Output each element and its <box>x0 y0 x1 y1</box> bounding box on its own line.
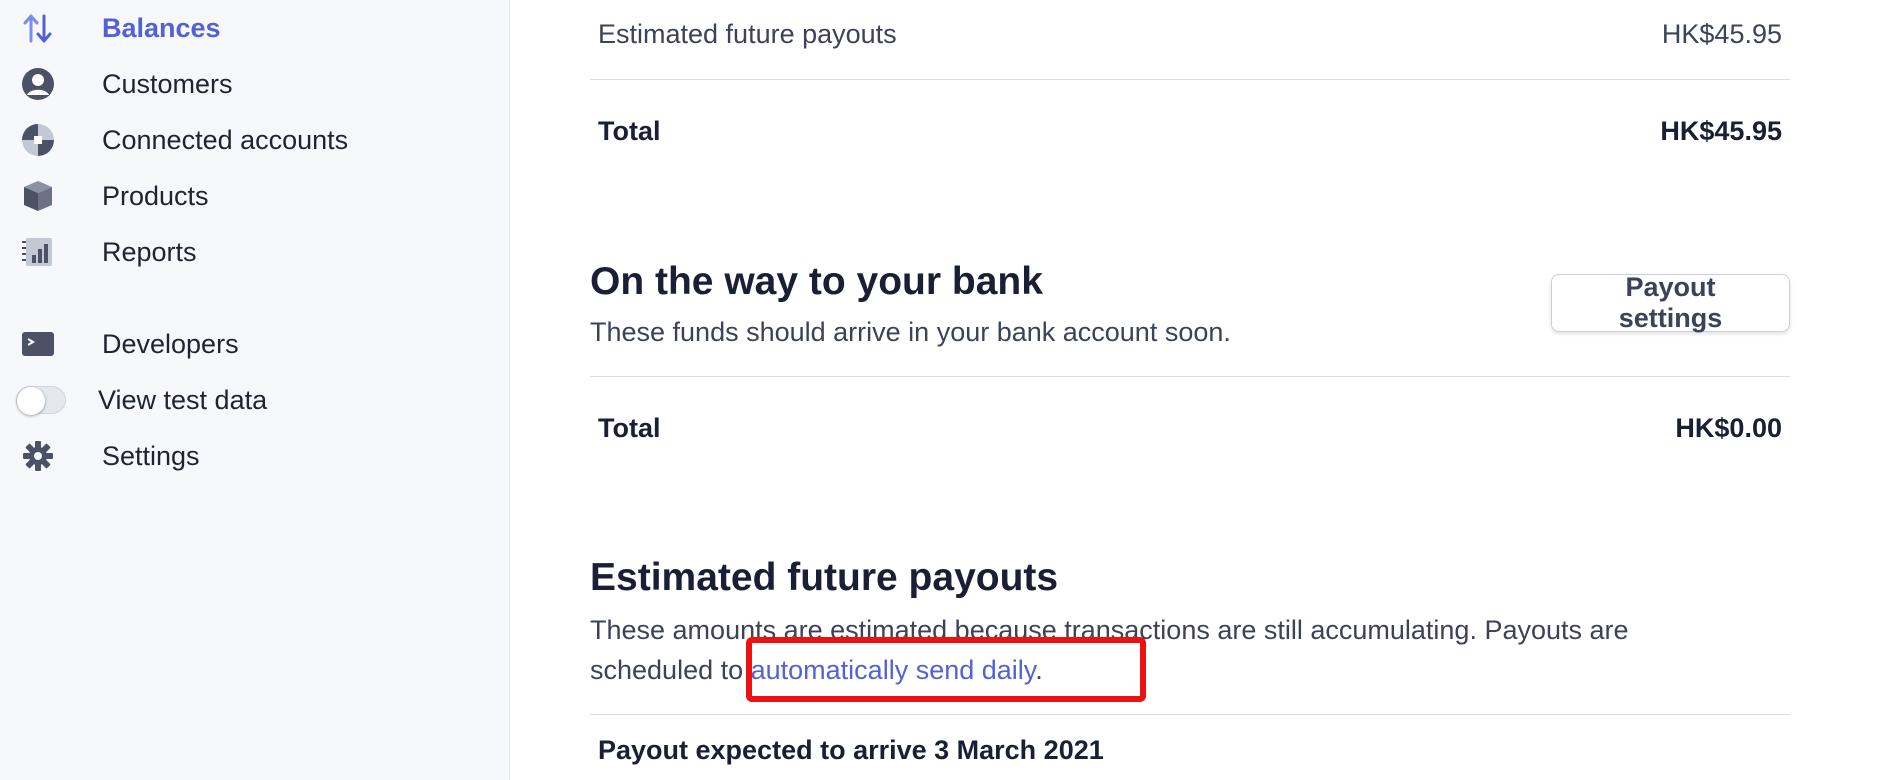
main-content: Estimated future payouts HK$45.95 Total … <box>590 0 1790 780</box>
sidebar-item-label: Products <box>102 180 209 211</box>
sidebar-item-label: Customers <box>102 68 233 99</box>
on-the-way-total-row: Total HK$0.00 <box>590 406 1790 450</box>
terminal-icon <box>20 326 56 362</box>
sidebar-item-label: Developers <box>102 328 239 359</box>
sidebar-item-label: Reports <box>102 236 197 267</box>
description-prefix: scheduled to <box>590 655 751 685</box>
connect-icon <box>20 122 56 158</box>
row-value: HK$45.95 <box>1661 18 1782 49</box>
sidebar-item-balances[interactable]: Balances <box>20 6 221 50</box>
description-line-2: scheduled to automatically send daily. <box>590 650 1790 690</box>
divider <box>590 79 1790 80</box>
sidebar-item-customers[interactable]: Customers <box>20 62 233 106</box>
divider <box>590 714 1790 715</box>
sidebar-item-settings[interactable]: Settings <box>20 434 200 478</box>
on-the-way-description: These funds should arrive in your bank a… <box>590 317 1231 347</box>
sidebar-item-label: Connected accounts <box>102 124 349 155</box>
row-label: Estimated future payouts <box>598 18 897 49</box>
sidebar: Balances Customers Connected accounts Pr… <box>0 0 510 780</box>
total-value: HK$0.00 <box>1675 412 1782 443</box>
view-test-data-toggle[interactable]: View test data <box>16 378 268 422</box>
sidebar-item-connected-accounts[interactable]: Connected accounts <box>20 118 348 162</box>
sidebar-item-products[interactable]: Products <box>20 174 209 218</box>
sidebar-item-label: Balances <box>102 12 221 43</box>
total-label: Total <box>598 412 661 443</box>
on-the-way-title: On the way to your bank <box>590 260 1043 303</box>
sidebar-item-developers[interactable]: Developers <box>20 322 239 366</box>
box-icon <box>20 178 56 214</box>
description-line-1: These amounts are estimated because tran… <box>590 615 1629 645</box>
description-suffix: . <box>1035 655 1043 685</box>
sidebar-item-label: View test data <box>98 384 268 415</box>
future-payouts-description: These amounts are estimated because tran… <box>590 610 1790 690</box>
automatically-send-daily-link[interactable]: automatically send daily <box>751 655 1036 685</box>
payout-row[interactable]: Payout expected to arrive 3 March 2021 <box>590 728 1790 772</box>
payout-expected-label: Payout expected to arrive 3 March 2021 <box>598 734 1104 765</box>
future-payouts-summary-row: Estimated future payouts HK$45.95 <box>590 12 1790 56</box>
test-data-toggle-switch[interactable] <box>16 386 66 415</box>
divider <box>590 376 1790 377</box>
summary-total-row: Total HK$45.95 <box>590 109 1790 153</box>
sidebar-item-reports[interactable]: Reports <box>20 230 197 274</box>
payout-settings-button[interactable]: Payout settings <box>1551 272 1790 333</box>
toggle-knob <box>17 387 45 415</box>
chart-icon <box>20 234 56 270</box>
total-label: Total <box>598 115 661 146</box>
gear-icon <box>20 438 56 474</box>
total-value: HK$45.95 <box>1660 115 1782 146</box>
user-circle-icon <box>20 66 56 102</box>
sidebar-item-label: Settings <box>102 440 200 471</box>
arrows-up-down-icon <box>20 10 56 46</box>
future-payouts-title: Estimated future payouts <box>590 556 1059 599</box>
